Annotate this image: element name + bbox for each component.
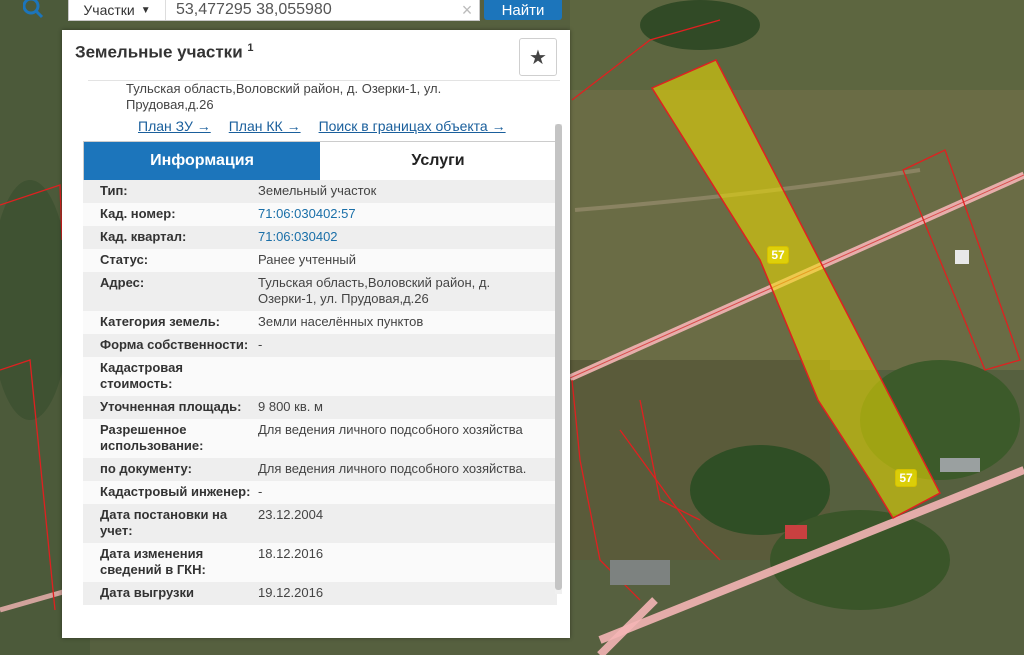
property-label: Уточненная площадь: [100, 399, 242, 414]
property-label: Тип: [100, 183, 128, 198]
plan-zu-link[interactable]: План ЗУ → [138, 118, 211, 134]
property-value: Ранее учтенный [258, 252, 356, 267]
search-type-label: Участки [83, 2, 135, 18]
property-label: Форма собственности: [100, 337, 249, 352]
property-value: Для ведения личного подсобного хозяйства… [258, 461, 527, 476]
property-value: 23.12.2004 [258, 507, 324, 522]
property-row: Кад. номер: 71:06:030402:57 [83, 203, 557, 226]
search-icon[interactable] [12, 0, 56, 20]
caret-down-icon: ▼ [140, 4, 151, 16]
property-value: Тульская область,Воловский район, д. Озе… [258, 275, 491, 306]
search-box: Участки ▼ × [68, 0, 480, 21]
property-value: 18.12.2016 [258, 546, 324, 561]
property-value: - [258, 484, 263, 499]
property-value: Земельный участок [258, 183, 377, 198]
property-label: Разрешенное использование: [100, 422, 204, 453]
property-label: по документу: [100, 461, 192, 476]
panel-tabs: Информация Услуги [83, 141, 557, 181]
property-value [258, 360, 557, 392]
property-value: 19.12.2016 [258, 585, 324, 600]
object-links: План ЗУ → План КК → Поиск в границах объ… [138, 118, 506, 134]
property-label: Адрес: [100, 275, 145, 290]
plan-kk-link[interactable]: План КК → [229, 118, 301, 134]
property-row: Адрес: Тульская область,Воловский район, … [83, 272, 557, 311]
property-row: Форма собственности: - [83, 334, 557, 357]
property-row: Кад. квартал: 71:06:030402 [83, 226, 557, 249]
property-label: Категория земель: [100, 314, 221, 329]
panel-title: Земельные участки 1 [75, 42, 254, 63]
property-row: Уточненная площадь: 9 800 кв. м [83, 396, 557, 419]
parcel-label[interactable]: 57 [895, 469, 917, 487]
search-type-select[interactable]: Участки ▼ [69, 0, 166, 20]
parcel-label[interactable]: 57 [767, 246, 789, 264]
property-label: Кад. номер: [100, 206, 176, 221]
property-row: Разрешенное использование: Для ведения ли… [83, 419, 557, 458]
property-value: - [258, 337, 263, 352]
properties-table: Тип: Земельный участок Кад. номер: 71:06:03… [83, 180, 557, 605]
property-label: Дата выгрузки [100, 585, 194, 600]
property-value-link[interactable]: 71:06:030402:57 [258, 206, 557, 222]
favorite-button[interactable]: ★ [519, 38, 557, 76]
property-label: Кадастровый инженер: [100, 484, 251, 499]
panel-title-count: 1 [247, 42, 254, 54]
property-row: по документу: Для ведения личного подсобн… [83, 458, 557, 481]
property-value: 9 800 кв. м [258, 399, 323, 414]
panel-scrollbar[interactable] [555, 124, 562, 594]
property-label: Кадастровая стоимость: [100, 360, 183, 391]
property-value-link[interactable]: 71:06:030402 [258, 229, 557, 245]
property-row: Дата выгрузки 19.12.2016 [83, 582, 557, 605]
object-address: Тульская область,Воловский район, д. Озе… [126, 81, 442, 112]
property-row: Кадастровый инженер: - [83, 481, 557, 504]
property-value: Для ведения личного подсобного хозяйства [258, 422, 523, 437]
search-input[interactable] [166, 0, 455, 20]
property-row: Кадастровая стоимость: [83, 357, 557, 396]
property-label: Дата постановки на учет: [100, 507, 228, 538]
property-row: Категория земель: Земли населённых пункто… [83, 311, 557, 334]
tab-services[interactable]: Услуги [320, 142, 556, 180]
scroll-thumb[interactable] [555, 124, 562, 590]
property-row: Тип: Земельный участок [83, 180, 557, 203]
info-panel: Земельные участки 1 ★ Тульская область,В… [62, 30, 570, 638]
property-row: Статус: Ранее учтенный [83, 249, 557, 272]
panel-title-text: Земельные участки [75, 42, 243, 62]
property-label: Статус: [100, 252, 149, 267]
property-row: Дата изменения сведений в ГКН: 18.12.2016 [83, 543, 557, 582]
star-icon: ★ [529, 46, 547, 69]
search-bounds-link[interactable]: Поиск в границах объекта → [319, 118, 506, 134]
tab-info[interactable]: Информация [84, 142, 320, 180]
property-value: Земли населённых пунктов [258, 314, 424, 329]
property-row: Дата постановки на учет: 23.12.2004 [83, 504, 557, 543]
property-label: Дата изменения сведений в ГКН: [100, 546, 206, 577]
find-button[interactable]: Найти [484, 0, 562, 20]
clear-icon[interactable]: × [455, 0, 479, 21]
property-label: Кад. квартал: [100, 229, 187, 244]
